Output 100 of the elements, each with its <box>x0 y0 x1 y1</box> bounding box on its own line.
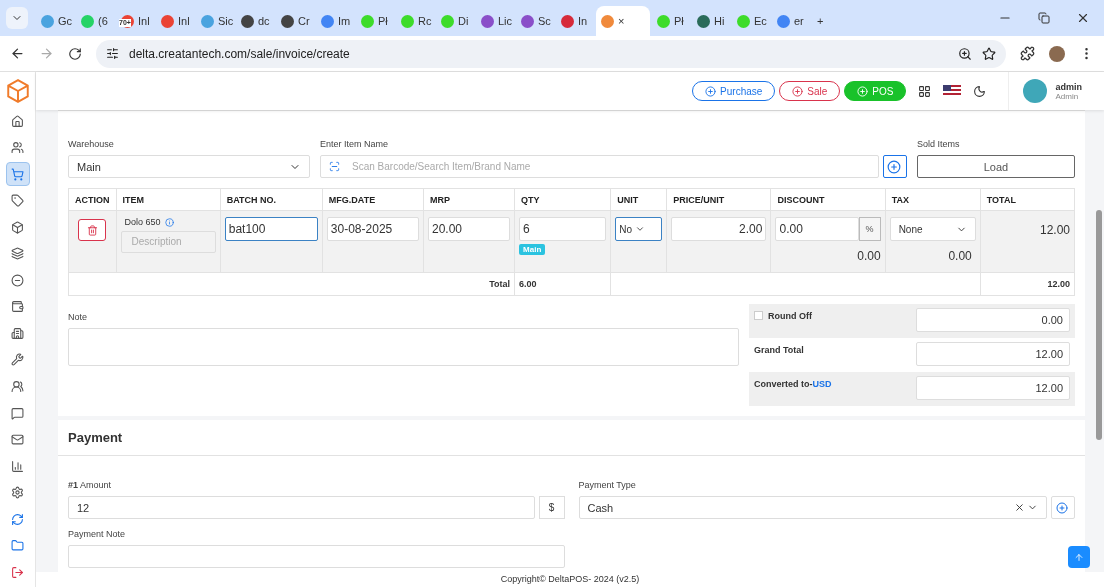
column-header: ACTION <box>68 188 117 211</box>
browser-tab[interactable]: Im <box>316 6 354 36</box>
browser-tab[interactable]: Lic <box>476 6 514 36</box>
flag-icon[interactable] <box>943 85 962 97</box>
plus-circle-icon <box>887 159 901 174</box>
warehouse-select[interactable]: Main <box>68 155 310 178</box>
field-label: Payment Note <box>68 529 127 539</box>
user-avatar[interactable] <box>1023 79 1048 103</box>
chevron-icon <box>635 224 646 234</box>
column-header: QTY <box>514 188 611 211</box>
column-header: BATCH NO. <box>220 188 323 211</box>
round-off-checkbox[interactable] <box>754 311 763 320</box>
payment-type-select[interactable]: Cash <box>578 496 1047 519</box>
add-item-button[interactable] <box>883 155 907 178</box>
browser-tab[interactable]: Hi <box>692 6 730 36</box>
plus-circle-icon <box>1056 501 1068 514</box>
browser-tab[interactable]: Sic <box>196 6 234 36</box>
field-label: Enter Item Name <box>320 139 390 149</box>
round-off-field[interactable]: 0.00 <box>916 308 1070 332</box>
column-header: UNIT <box>610 188 667 211</box>
column-header: TAX <box>885 188 981 211</box>
add-payment-type-button[interactable] <box>1051 496 1075 519</box>
row-total: 12.00 <box>1039 223 1070 237</box>
column-header: DISCOUNT <box>770 188 886 211</box>
browser-tab[interactable]: Sc <box>516 6 554 36</box>
bookmark-star-icon[interactable] <box>982 46 996 61</box>
load-button[interactable]: Load <box>917 155 1075 178</box>
restore-icon[interactable] <box>1038 12 1050 24</box>
new-tab-button[interactable]: + <box>812 6 850 36</box>
column-header: ITEM <box>116 188 221 211</box>
browser-tab[interactable]: Ec <box>732 6 770 36</box>
mrp-field[interactable]: 20.00 <box>428 217 511 241</box>
browser-tab[interactable]: Pł <box>356 6 394 36</box>
reload-icon[interactable] <box>68 46 82 61</box>
browser-tab[interactable]: Inl <box>156 6 194 36</box>
currency-symbol: $ <box>538 496 565 519</box>
summary-label: Grand Total <box>754 345 804 355</box>
extensions-icon[interactable] <box>1020 46 1035 61</box>
site-info-icon[interactable] <box>106 47 119 60</box>
cube-logo-icon[interactable] <box>4 77 31 104</box>
profile-avatar[interactable] <box>1049 45 1065 62</box>
address-bar[interactable]: delta.creatantech.com/sale/invoice/create <box>96 39 1006 68</box>
browser-tab[interactable]: In <box>556 6 594 36</box>
scan-icon <box>329 161 340 172</box>
browser-tab[interactable]: Gc <box>36 6 74 36</box>
browser-tab[interactable]: × <box>596 6 650 36</box>
browser-tab[interactable]: Di <box>436 6 474 36</box>
browser-tab[interactable]: Rc <box>396 6 434 36</box>
price-field[interactable]: 2.00 <box>671 217 767 241</box>
column-header: TOTAL <box>980 188 1075 211</box>
apps-grid-icon[interactable] <box>918 84 932 98</box>
header-button[interactable]: Purchase <box>692 81 776 101</box>
header-button[interactable]: Sale <box>779 81 841 101</box>
date-field[interactable]: 30-08-2025 <box>326 217 419 241</box>
field-label: Warehouse <box>68 139 115 149</box>
user-role: Admin <box>1055 91 1080 101</box>
plus-circle-icon <box>792 85 804 97</box>
browser-tab[interactable]: er <box>772 6 810 36</box>
converted-field[interactable]: 12.00 <box>916 376 1070 400</box>
batch-field[interactable]: bat100 <box>224 217 318 241</box>
close-icon[interactable] <box>1076 11 1090 25</box>
browser-tab[interactable]: Cr <box>276 6 314 36</box>
item-name: Dolo 650 <box>124 217 161 227</box>
delete-button[interactable] <box>78 219 107 241</box>
clear-icon[interactable] <box>1014 502 1025 513</box>
browser-tab[interactable]: dc <box>236 6 274 36</box>
payment-title: Payment <box>58 420 1085 456</box>
back-icon[interactable] <box>10 46 25 61</box>
discount-field[interactable]: 0.00 <box>775 217 859 241</box>
field-label: Payment Type <box>578 480 637 490</box>
moon-icon[interactable] <box>973 84 987 98</box>
total-label: Total <box>489 279 511 289</box>
unit-select[interactable]: No <box>615 217 663 241</box>
amount-field[interactable]: 12 <box>68 496 535 519</box>
scrollbar[interactable] <box>1096 210 1102 440</box>
plus-circle-icon <box>705 85 717 97</box>
browser-tab[interactable]: (6 <box>76 6 114 36</box>
cart-icon[interactable] <box>5 162 30 187</box>
zoom-icon[interactable] <box>958 46 972 61</box>
column-header: MFG.DATE <box>322 188 424 211</box>
qty-field[interactable]: 6 <box>519 217 607 241</box>
field-label: Sold Items <box>917 139 961 149</box>
browser-tab[interactable]: Pł <box>652 6 690 36</box>
copyright-text: Copyright© DeltaPOS- 2024 (v2.5) <box>36 572 1104 587</box>
url-text: delta.creatantech.com/sale/invoice/create <box>129 46 350 61</box>
field-label: Note <box>68 312 88 322</box>
user-name: admin <box>1055 81 1082 92</box>
payment-note-field[interactable] <box>68 545 565 568</box>
column-header: MRP <box>423 188 515 211</box>
discount-amount: 0.00 <box>856 249 881 263</box>
discount-type-button[interactable]: % <box>858 217 881 241</box>
total-qty: 6.00 <box>519 279 537 289</box>
summary-label: Converted to-USD <box>754 379 832 389</box>
tax-select[interactable]: None <box>889 217 976 241</box>
note-field[interactable] <box>68 328 739 366</box>
summary-label: Round Off <box>768 311 812 321</box>
info-icon[interactable] <box>164 217 174 227</box>
currency-link[interactable]: USD <box>812 379 832 389</box>
field-label: #1 Amount <box>68 480 113 490</box>
grand-total-field[interactable]: 12.00 <box>916 342 1070 366</box>
